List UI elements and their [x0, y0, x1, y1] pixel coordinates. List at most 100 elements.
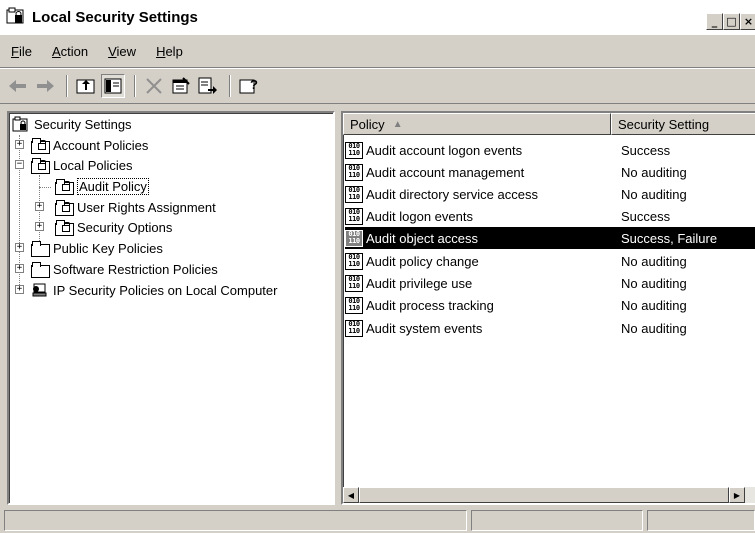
list-item[interactable]: 010 110 Audit account management No audit… [345, 161, 755, 183]
tree-label: Security Options [77, 219, 173, 235]
menu-help[interactable]: Help [153, 42, 186, 61]
horizontal-scrollbar[interactable]: ◀ ▶ [343, 487, 755, 503]
list-item[interactable]: 010 110 Audit process tracking No auditin… [345, 294, 755, 316]
policy-binary-icon: 010 110 [345, 296, 363, 314]
export-list-icon[interactable] [196, 74, 220, 98]
policy-binary-icon: 010 110 [345, 207, 363, 225]
app-window: Local Security Settings _ □ × File Actio… [0, 0, 755, 533]
expand-plus-icon[interactable]: + [15, 140, 24, 149]
policy-name: Audit policy change [366, 253, 479, 269]
tree-item-user-rights-assignment[interactable]: + User Rights Assignment [35, 197, 216, 217]
policy-name: Audit directory service access [366, 186, 538, 202]
policy-name: Audit account logon events [366, 142, 523, 158]
policy-binary-icon: 010 110 [345, 163, 363, 181]
policy-folder-icon [31, 157, 50, 174]
toolbar-separator [66, 75, 68, 97]
menu-view[interactable]: View [105, 42, 139, 61]
tree-item-local-policies[interactable]: − Local Policies [15, 155, 133, 175]
policy-folder-icon [31, 137, 50, 154]
policy-setting: Success [621, 142, 671, 158]
policy-binary-icon: 010 110 [345, 185, 363, 203]
list-item[interactable]: 010 110 Audit system events No auditing [345, 317, 755, 339]
tree-item-security-settings[interactable]: Security Settings [12, 114, 132, 134]
list-item[interactable]: 010 110 Audit privilege use No auditing [345, 272, 755, 294]
policy-name: Audit privilege use [366, 275, 473, 291]
scroll-right-arrow-icon[interactable]: ▶ [729, 487, 745, 503]
policy-setting: No auditing [621, 275, 687, 291]
tree-label: IP Security Policies on Local Computer [53, 282, 278, 298]
policy-setting: No auditing [621, 320, 687, 336]
tree-item-security-options[interactable]: + Security Options [35, 217, 172, 237]
column-header-security-setting[interactable]: Security Setting [611, 113, 755, 135]
policy-binary-icon: 010 110 [345, 274, 363, 292]
tree-item-public-key-policies[interactable]: + Public Key Policies [15, 238, 163, 258]
svg-text:?: ? [250, 77, 258, 92]
menu-bar: File Action View Help [0, 34, 755, 68]
policy-binary-icon: 010 110 [345, 229, 363, 247]
expand-plus-icon[interactable]: + [35, 202, 44, 211]
policy-name: Audit object access [366, 230, 631, 246]
status-panel-main [4, 510, 467, 531]
policy-binary-icon: 010 110 [345, 252, 363, 270]
policy-name: Audit account management [366, 164, 525, 180]
column-header-policy[interactable]: Policy ▲ [343, 113, 611, 135]
list-item[interactable]: 010 110 Audit logon events Success [345, 205, 755, 227]
title-bar[interactable]: Local Security Settings _ □ × [0, 0, 755, 34]
ip-security-computer-icon [31, 282, 49, 298]
collapse-minus-icon[interactable]: − [15, 160, 24, 169]
tree-label: Account Policies [53, 137, 149, 153]
policy-name: Audit logon events [366, 208, 473, 224]
menu-action[interactable]: Action [49, 42, 91, 61]
tree-item-account-policies[interactable]: + Account Policies [15, 135, 148, 155]
list-item-selected[interactable]: 010 110 Audit object access Success, Fail… [345, 227, 755, 249]
tree-item-audit-policy[interactable]: Audit Policy [55, 176, 149, 196]
security-settings-app-icon [6, 7, 26, 27]
expand-plus-icon[interactable]: + [15, 285, 24, 294]
list-item[interactable]: 010 110 Audit policy change No auditing [345, 250, 755, 272]
window-controls: _ □ × [706, 13, 755, 30]
policy-binary-icon: 010 110 [345, 319, 363, 337]
up-folder-icon[interactable] [74, 74, 98, 98]
show-hide-tree-icon[interactable] [101, 74, 125, 98]
status-panel-3 [647, 510, 755, 531]
expand-plus-icon[interactable]: + [35, 222, 44, 231]
list-item[interactable]: 010 110 Audit account logon events Succes… [345, 139, 755, 161]
policy-folder-icon [55, 178, 74, 195]
column-header-label: Security Setting [618, 116, 710, 132]
expand-plus-icon[interactable]: + [15, 243, 24, 252]
properties-icon[interactable] [169, 74, 193, 98]
list-item[interactable]: 010 110 Audit directory service access No… [345, 183, 755, 205]
delete-icon[interactable] [142, 74, 166, 98]
console-tree-pane[interactable]: Security Settings + Account Policies − L… [7, 111, 335, 505]
column-header-label: Policy [350, 116, 385, 132]
tree-item-ip-security-policies[interactable]: + IP Security Policies on Local Computer [15, 280, 277, 300]
toolbar: ? [0, 68, 755, 104]
forward-arrow-icon[interactable] [33, 74, 57, 98]
window-title: Local Security Settings [32, 8, 198, 26]
policy-setting: No auditing [621, 186, 687, 202]
policy-setting: Success, Failure [621, 230, 718, 246]
policy-folder-icon [55, 219, 74, 236]
menu-file[interactable]: File [8, 42, 35, 61]
scroll-thumb[interactable] [359, 487, 729, 503]
tree-item-software-restriction-policies[interactable]: + Software Restriction Policies [15, 259, 218, 279]
close-button[interactable]: × [740, 13, 755, 30]
policy-setting: No auditing [621, 253, 687, 269]
tree-label: Security Settings [34, 116, 132, 132]
maximize-button[interactable]: □ [723, 13, 740, 30]
policy-setting: Success [621, 208, 671, 224]
policy-folder-icon [55, 199, 74, 216]
details-list-pane[interactable]: Policy ▲ Security Setting 010 110 Audit a… [341, 111, 755, 505]
tree-label: Local Policies [53, 157, 133, 173]
policy-setting: No auditing [621, 297, 687, 313]
policy-name: Audit system events [366, 320, 483, 336]
sort-ascending-icon: ▲ [392, 118, 403, 130]
expand-plus-icon[interactable]: + [15, 264, 24, 273]
scroll-left-arrow-icon[interactable]: ◀ [343, 487, 359, 503]
tree-label: Audit Policy [77, 177, 149, 195]
policy-name: Audit process tracking [366, 297, 494, 313]
minimize-button[interactable]: _ [706, 13, 723, 30]
help-icon[interactable]: ? [237, 74, 261, 98]
toolbar-separator [134, 75, 136, 97]
back-arrow-icon[interactable] [6, 74, 30, 98]
